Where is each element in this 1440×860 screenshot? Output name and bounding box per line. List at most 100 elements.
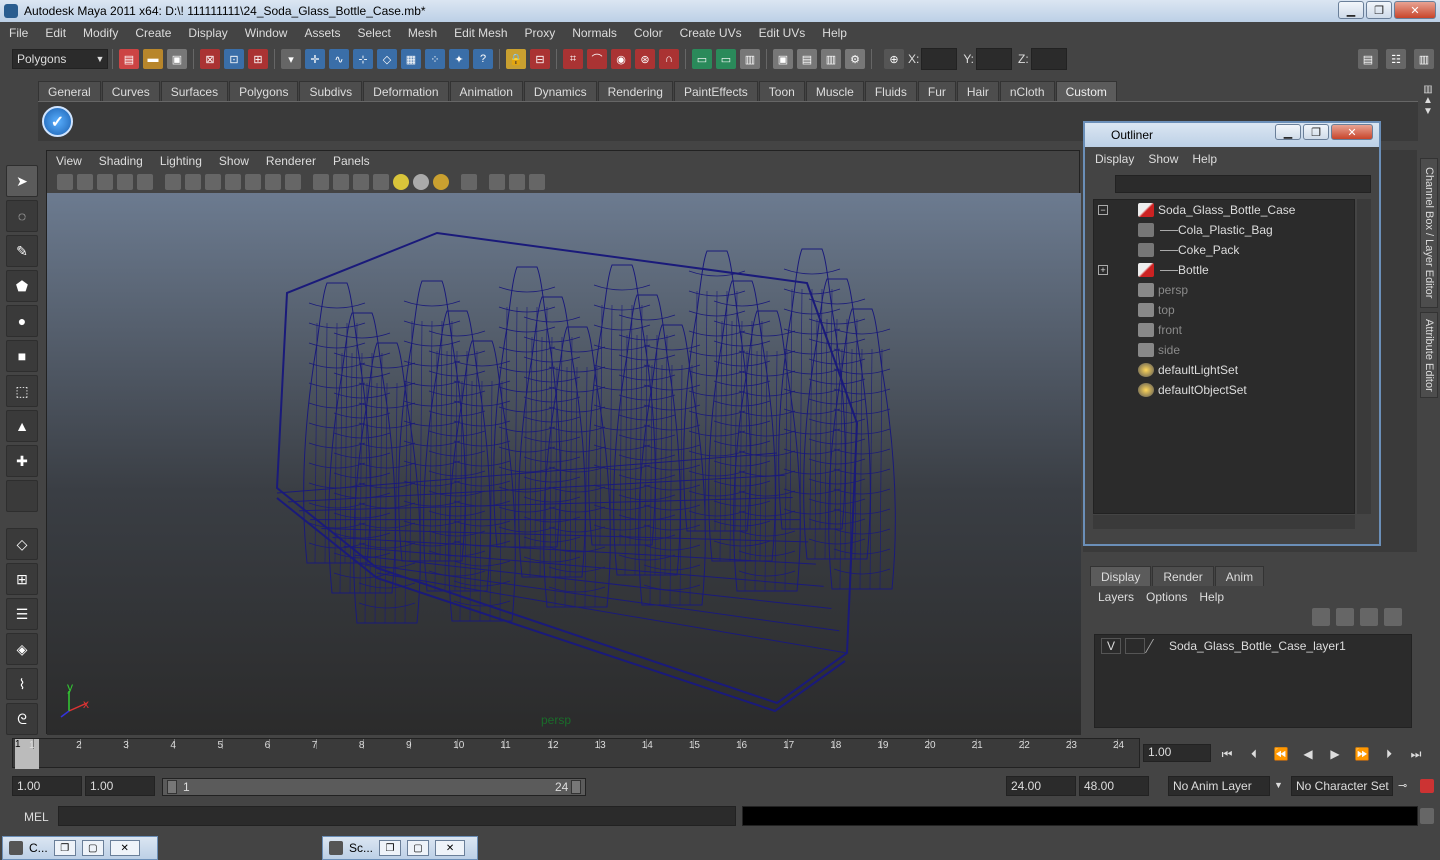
time-slider[interactable]: 1 1 2 3 4 5 6 7 8 9 10 11 12 13 14 15 16 17 18 19 20 21 22 23 2… [12,738,1140,769]
menu-select[interactable]: Select [348,26,398,40]
lock-icon[interactable]: 🔒 [506,49,526,69]
outliner-item-top[interactable]: top [1094,300,1354,320]
tab-custom[interactable]: Custom [1055,81,1117,101]
tab-painteffects[interactable]: PaintEffects [673,81,758,101]
restore-button[interactable]: ❐ [379,840,402,856]
cube-textured-icon[interactable] [353,174,369,190]
tab-rendering[interactable]: Rendering [597,81,673,101]
paint-select-tool-icon[interactable]: ✎ [6,235,38,267]
menu-mesh[interactable]: Mesh [399,26,445,40]
tab-channel-box-layer-editor[interactable]: Channel Box / Layer Editor [1420,158,1438,308]
layer-tab-display[interactable]: Display [1090,566,1152,586]
viewport-menu-show[interactable]: Show [210,154,257,168]
outliner-menu-display[interactable]: Display [1095,152,1134,166]
layer-tab-anim[interactable]: Anim [1214,566,1265,586]
outliner-item-soda-glass-bottle-case[interactable]: − Soda_Glass_Bottle_Case [1094,200,1354,220]
tab-animation[interactable]: Animation [449,81,523,101]
shelf-grip[interactable] [8,80,38,142]
tab-curves[interactable]: Curves [101,81,160,101]
expand-icon[interactable]: + [1098,265,1108,275]
lasso-tool-icon[interactable]: ◌ [6,200,38,232]
outliner-titlebar[interactable]: Outliner ▁ ❐ ✕ [1085,123,1379,147]
light-icon[interactable] [393,174,409,190]
magnet-icon[interactable]: ∩ [659,49,679,69]
range-handle-end[interactable] [571,780,581,794]
toggle-channel-box-icon[interactable]: ▥ [1414,49,1434,69]
menu-help[interactable]: Help [813,26,855,40]
wireframe-icon[interactable] [165,174,181,190]
select-object-icon[interactable]: ⊡ [224,49,244,69]
tab-general[interactable]: General [38,81,101,101]
xray-icon[interactable] [489,174,505,190]
hypershade-layout-icon[interactable]: ⌇ [6,668,38,700]
single-pane-layout-icon[interactable]: ◇ [6,528,38,560]
camera-attributes-icon[interactable] [57,174,73,190]
end-time-field[interactable]: 48.00 [1079,776,1149,796]
restore-button[interactable]: ❐ [53,840,76,856]
outliner-item-side[interactable]: side [1094,340,1354,360]
outliner-persp-layout-icon[interactable]: ☰ [6,598,38,630]
maximize-button[interactable]: ▢ [81,840,104,856]
outliner-item-defaultobjectset[interactable]: defaultObjectSet [1094,380,1354,400]
start-time-field[interactable]: 1.00 [12,776,82,796]
layer-menu-help[interactable]: Help [1199,590,1224,604]
layer-menu-layers[interactable]: Layers [1098,590,1134,604]
new-layer-icon[interactable] [1360,608,1378,626]
range-slider[interactable]: 1 24 [162,778,586,796]
wireframe-on-shaded-icon[interactable] [205,174,221,190]
outliner-menu-help[interactable]: Help [1192,152,1217,166]
snap-to-curve-icon[interactable]: ⌒ [587,49,607,69]
layer-color-icon[interactable] [1144,639,1166,653]
menu-display[interactable]: Display [179,26,235,40]
tab-subdivs[interactable]: Subdivs [299,81,363,101]
cube-wire-icon[interactable] [313,174,329,190]
maximize-button[interactable]: ▢ [407,840,430,856]
ipr-render-icon[interactable]: ▥ [821,49,841,69]
menu-color[interactable]: Color [625,26,671,40]
step-back-key-icon[interactable]: ⏪ [1270,744,1292,764]
select-tool-icon[interactable]: ➤ [6,165,38,197]
scroll-down-icon[interactable]: ▼ [1418,106,1438,117]
tab-polygons[interactable]: Polygons [229,81,299,101]
viewport-menu-panels[interactable]: Panels [324,154,378,168]
tab-deformation[interactable]: Deformation [363,81,449,101]
step-forward-key-icon[interactable]: ⏩ [1351,744,1373,764]
camera-bookmark-icon[interactable] [77,174,93,190]
playback-start-field[interactable]: 1.00 [85,776,155,796]
collapse-icon[interactable]: − [1098,205,1108,215]
cube-shaded-icon[interactable] [333,174,349,190]
ambient-icon[interactable] [413,174,429,190]
absolute-transform-icon[interactable]: ⊕ [884,49,904,69]
outliner-close-button[interactable]: ✕ [1331,124,1373,140]
outliner-item-front[interactable]: front [1094,320,1354,340]
checker-icon[interactable] [373,174,389,190]
viewport-canvas[interactable]: y x persp [47,193,1081,735]
construction-history-icon[interactable]: ▥ [740,49,760,69]
range-handle-start[interactable] [167,780,177,794]
scroll-up-icon[interactable]: ▲ [1418,95,1438,106]
tab-surfaces[interactable]: Surfaces [160,81,229,101]
render-icon[interactable]: ✦ [449,49,469,69]
minimize-button[interactable]: ▁ [1338,1,1364,19]
help-icon[interactable]: ? [473,49,493,69]
toggle-attribute-editor-icon[interactable]: ▤ [1358,49,1378,69]
outliner-item-persp[interactable]: persp [1094,280,1354,300]
select-component-icon[interactable]: ⊞ [248,49,268,69]
use-default-light-icon[interactable] [245,174,261,190]
soft-modify-tool-icon[interactable]: ▲ [6,410,38,442]
layer-tab-render[interactable]: Render [1152,566,1214,586]
history-icon[interactable]: ⁘ [425,49,445,69]
menu-modify[interactable]: Modify [74,26,126,40]
last-tool-icon[interactable] [6,480,38,512]
menu-edit-mesh[interactable]: Edit Mesh [445,26,515,40]
viewport-menu-shading[interactable]: Shading [90,154,151,168]
step-forward-frame-icon[interactable]: ⏵ [1378,744,1400,764]
go-to-start-icon[interactable]: ⏮ [1216,744,1238,764]
maximize-button[interactable]: ❐ [1366,1,1392,19]
snap-point-icon[interactable]: ⊹ [353,49,373,69]
trash-icon[interactable]: ▥ [1418,84,1438,95]
outliner-item-coke-pack[interactable]: Coke_Pack [1094,240,1354,260]
menu-create-uvs[interactable]: Create UVs [671,26,750,40]
minimized-window-2[interactable]: Sc... ❐ ▢ ✕ [322,836,478,860]
menu-normals[interactable]: Normals [563,26,625,40]
